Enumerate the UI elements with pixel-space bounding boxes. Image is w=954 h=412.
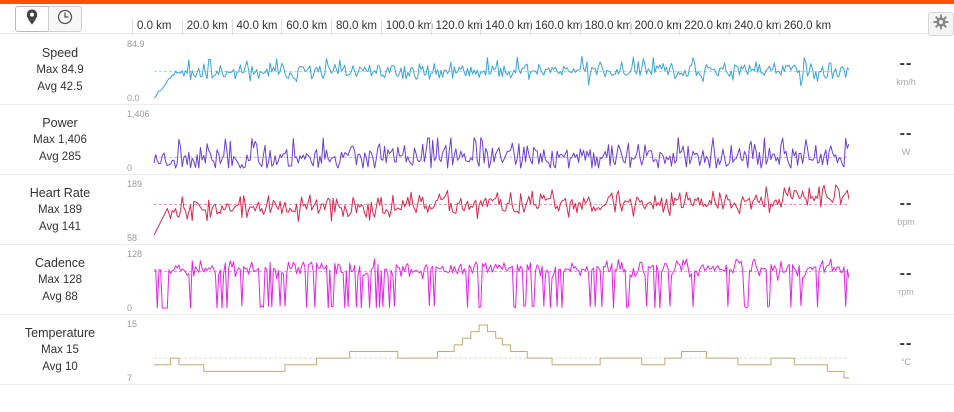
axis-min-label: 58 <box>127 233 137 243</box>
distance-tick: 80.0 km <box>331 19 377 35</box>
stream-name: Temperature <box>24 325 96 340</box>
time-mode-button[interactable] <box>48 6 82 32</box>
speed-stream-line <box>153 55 849 99</box>
distance-tick: 120.0 km <box>430 19 483 35</box>
stream-current-value: -- rpm <box>858 245 954 315</box>
unit-label: °C <box>900 357 912 367</box>
axis-min-label: 7 <box>127 373 132 383</box>
stream-row-heartrate: Heart Rate Max 189 Avg 141 189 58 -- bpm <box>0 175 954 245</box>
distance-tick: 100.0 km <box>380 19 434 35</box>
stream-name: Heart Rate <box>29 185 91 200</box>
distance-tick: 0.0 km <box>132 19 172 35</box>
unit-label: km/h <box>896 77 916 87</box>
distance-tick: 200.0 km <box>629 19 682 35</box>
current-reading: -- <box>899 195 913 212</box>
stream-chart[interactable]: 84.9 0.0 <box>123 35 849 105</box>
speed-stream-svg: 84.9 0.0 <box>127 39 849 103</box>
settings-button[interactable] <box>928 12 954 36</box>
distance-tick: 20.0 km <box>181 19 228 35</box>
axis-max-label: 15 <box>127 319 137 329</box>
stream-chart[interactable]: 128 0 <box>123 245 849 315</box>
distance-tick: 260.0 km <box>778 19 832 35</box>
stream-current-value: -- W <box>858 105 954 175</box>
stream-chart[interactable]: 1,406 0 <box>123 105 849 175</box>
unit-label: bpm <box>897 217 915 227</box>
stream-max: Max 84.9 <box>36 63 84 76</box>
row-divider <box>0 384 954 385</box>
axis-min-label: 0 <box>127 163 132 173</box>
clock-icon <box>57 9 73 30</box>
cadence-stream-line <box>154 258 849 309</box>
cadence-stream-svg: 128 0 <box>127 249 849 313</box>
axis-min-label: 0 <box>127 303 132 313</box>
stream-row-cadence: Cadence Max 128 Avg 88 128 0 -- rpm <box>0 245 954 315</box>
stream-name: Speed <box>41 45 79 60</box>
current-reading: -- <box>899 125 913 142</box>
current-reading: -- <box>899 335 913 352</box>
stream-summary: Cadence Max 128 Avg 88 <box>0 245 120 315</box>
stream-name: Power <box>42 115 78 130</box>
distance-tick: 180.0 km <box>579 19 633 35</box>
gear-icon <box>933 14 949 35</box>
distance-tick: 60.0 km <box>281 19 328 35</box>
distance-tick: 240.0 km <box>728 19 782 35</box>
power-stream-svg: 1,406 0 <box>127 109 849 173</box>
heartrate-stream-svg: 189 58 <box>127 179 849 243</box>
stream-avg: Avg 88 <box>42 290 78 303</box>
map-mode-button[interactable] <box>15 6 49 32</box>
stream-max: Max 128 <box>37 273 83 286</box>
axis-min-label: 0.0 <box>127 93 140 103</box>
stream-avg: Avg 42.5 <box>37 80 83 93</box>
axis-max-label: 128 <box>127 249 142 259</box>
unit-label: W <box>901 147 911 157</box>
distance-tick: 220.0 km <box>679 19 732 35</box>
axis-max-label: 84.9 <box>127 39 145 49</box>
stream-summary: Heart Rate Max 189 Avg 141 <box>0 175 120 245</box>
stream-summary: Speed Max 84.9 Avg 42.5 <box>0 35 120 105</box>
stream-summary: Power Max 1,406 Avg 285 <box>0 105 120 175</box>
stream-summary: Temperature Max 15 Avg 10 <box>0 315 120 385</box>
current-reading: -- <box>899 55 913 72</box>
stream-avg: Avg 141 <box>39 220 81 233</box>
stream-avg: Avg 10 <box>42 360 78 373</box>
stream-avg: Avg 285 <box>39 150 81 163</box>
distance-axis: 0.0 km 20.0 km 40.0 km 60.0 km 80.0 km 100.0 … <box>132 8 837 38</box>
distance-tick: 140.0 km <box>480 19 533 35</box>
stream-row-temperature: Temperature Max 15 Avg 10 15 7 -- °C <box>0 315 954 385</box>
distance-tick: 160.0 km <box>529 19 583 35</box>
current-reading: -- <box>899 265 913 282</box>
stream-current-value: -- km/h <box>858 35 954 105</box>
stream-max: Max 15 <box>41 343 79 356</box>
temperature-stream-line <box>154 324 849 379</box>
stream-row-speed: Speed Max 84.9 Avg 42.5 84.9 0.0 -- km/h <box>0 35 954 105</box>
heartrate-stream-line <box>153 184 849 236</box>
stream-max: Max 189 <box>37 203 83 216</box>
distance-tick: 40.0 km <box>231 19 278 35</box>
stream-chart[interactable]: 189 58 <box>123 175 849 245</box>
axis-max-label: 1,406 <box>127 109 150 119</box>
temperature-stream-svg: 15 7 <box>127 319 849 383</box>
unit-label: rpm <box>898 287 914 297</box>
power-stream-line <box>153 137 849 169</box>
stream-name: Cadence <box>34 255 86 270</box>
toolbar: 0.0 km 20.0 km 40.0 km 60.0 km 80.0 km 100.0 … <box>0 4 954 36</box>
stream-row-power: Power Max 1,406 Avg 285 1,406 0 -- W <box>0 105 954 175</box>
stream-current-value: -- °C <box>858 315 954 385</box>
stream-chart[interactable]: 15 7 <box>123 315 849 385</box>
map-pin-icon <box>26 9 38 30</box>
stream-current-value: -- bpm <box>858 175 954 245</box>
stream-max: Max 1,406 <box>33 133 87 146</box>
axis-max-label: 189 <box>127 179 142 189</box>
